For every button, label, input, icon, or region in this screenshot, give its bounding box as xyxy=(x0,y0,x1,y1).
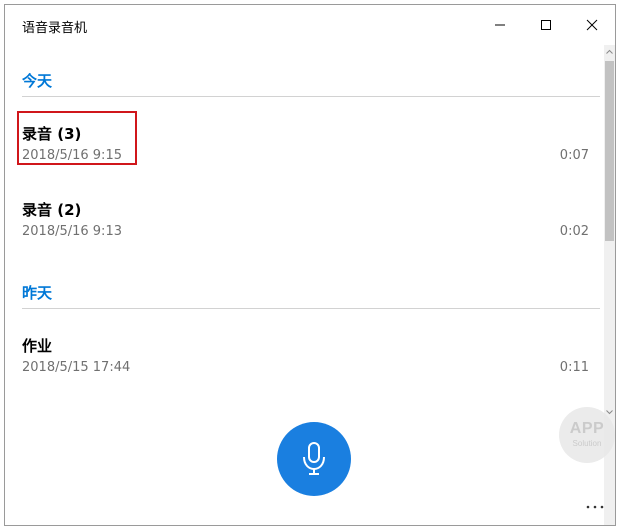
more-icon xyxy=(586,505,604,509)
watermark-logo: APP Solution xyxy=(559,407,615,463)
title-bar[interactable]: 语音录音机 xyxy=(5,5,615,45)
recording-duration: 0:11 xyxy=(559,360,589,375)
scroll-up-icon[interactable] xyxy=(605,47,614,57)
recording-item[interactable]: 作业 2018/5/15 17:44 0:11 xyxy=(5,327,603,395)
recording-date: 2018/5/16 9:13 xyxy=(22,224,122,239)
minimize-button[interactable] xyxy=(477,5,523,45)
microphone-icon xyxy=(303,442,325,475)
section-header-today: 今天 xyxy=(22,72,53,90)
recording-name: 作业 xyxy=(22,337,53,355)
app-title: 语音录音机 xyxy=(22,21,88,36)
close-button[interactable] xyxy=(569,5,615,45)
close-icon xyxy=(586,19,598,31)
maximize-button[interactable] xyxy=(523,5,569,45)
section-header-yesterday: 昨天 xyxy=(22,284,53,302)
maximize-icon xyxy=(541,20,551,30)
record-button[interactable] xyxy=(277,422,351,496)
recording-date: 2018/5/15 17:44 xyxy=(22,360,131,375)
scrollbar-thumb[interactable] xyxy=(605,61,614,241)
recording-duration: 0:02 xyxy=(559,224,589,239)
recording-item[interactable]: 录音 (2) 2018/5/16 9:13 0:02 xyxy=(5,191,603,259)
watermark-text: APP xyxy=(569,420,605,437)
section-divider xyxy=(22,96,600,97)
highlight-annotation xyxy=(17,111,137,165)
more-button[interactable] xyxy=(581,497,611,517)
recording-duration: 0:07 xyxy=(559,148,589,163)
watermark-subtext: Solution xyxy=(572,439,602,448)
recording-name: 录音 (2) xyxy=(22,201,82,219)
minimize-icon xyxy=(495,24,505,26)
app-window: 语音录音机 今天 录音 (3) 2018/5/16 9:15 0:07 录音 (… xyxy=(4,4,616,526)
section-divider xyxy=(22,308,600,309)
